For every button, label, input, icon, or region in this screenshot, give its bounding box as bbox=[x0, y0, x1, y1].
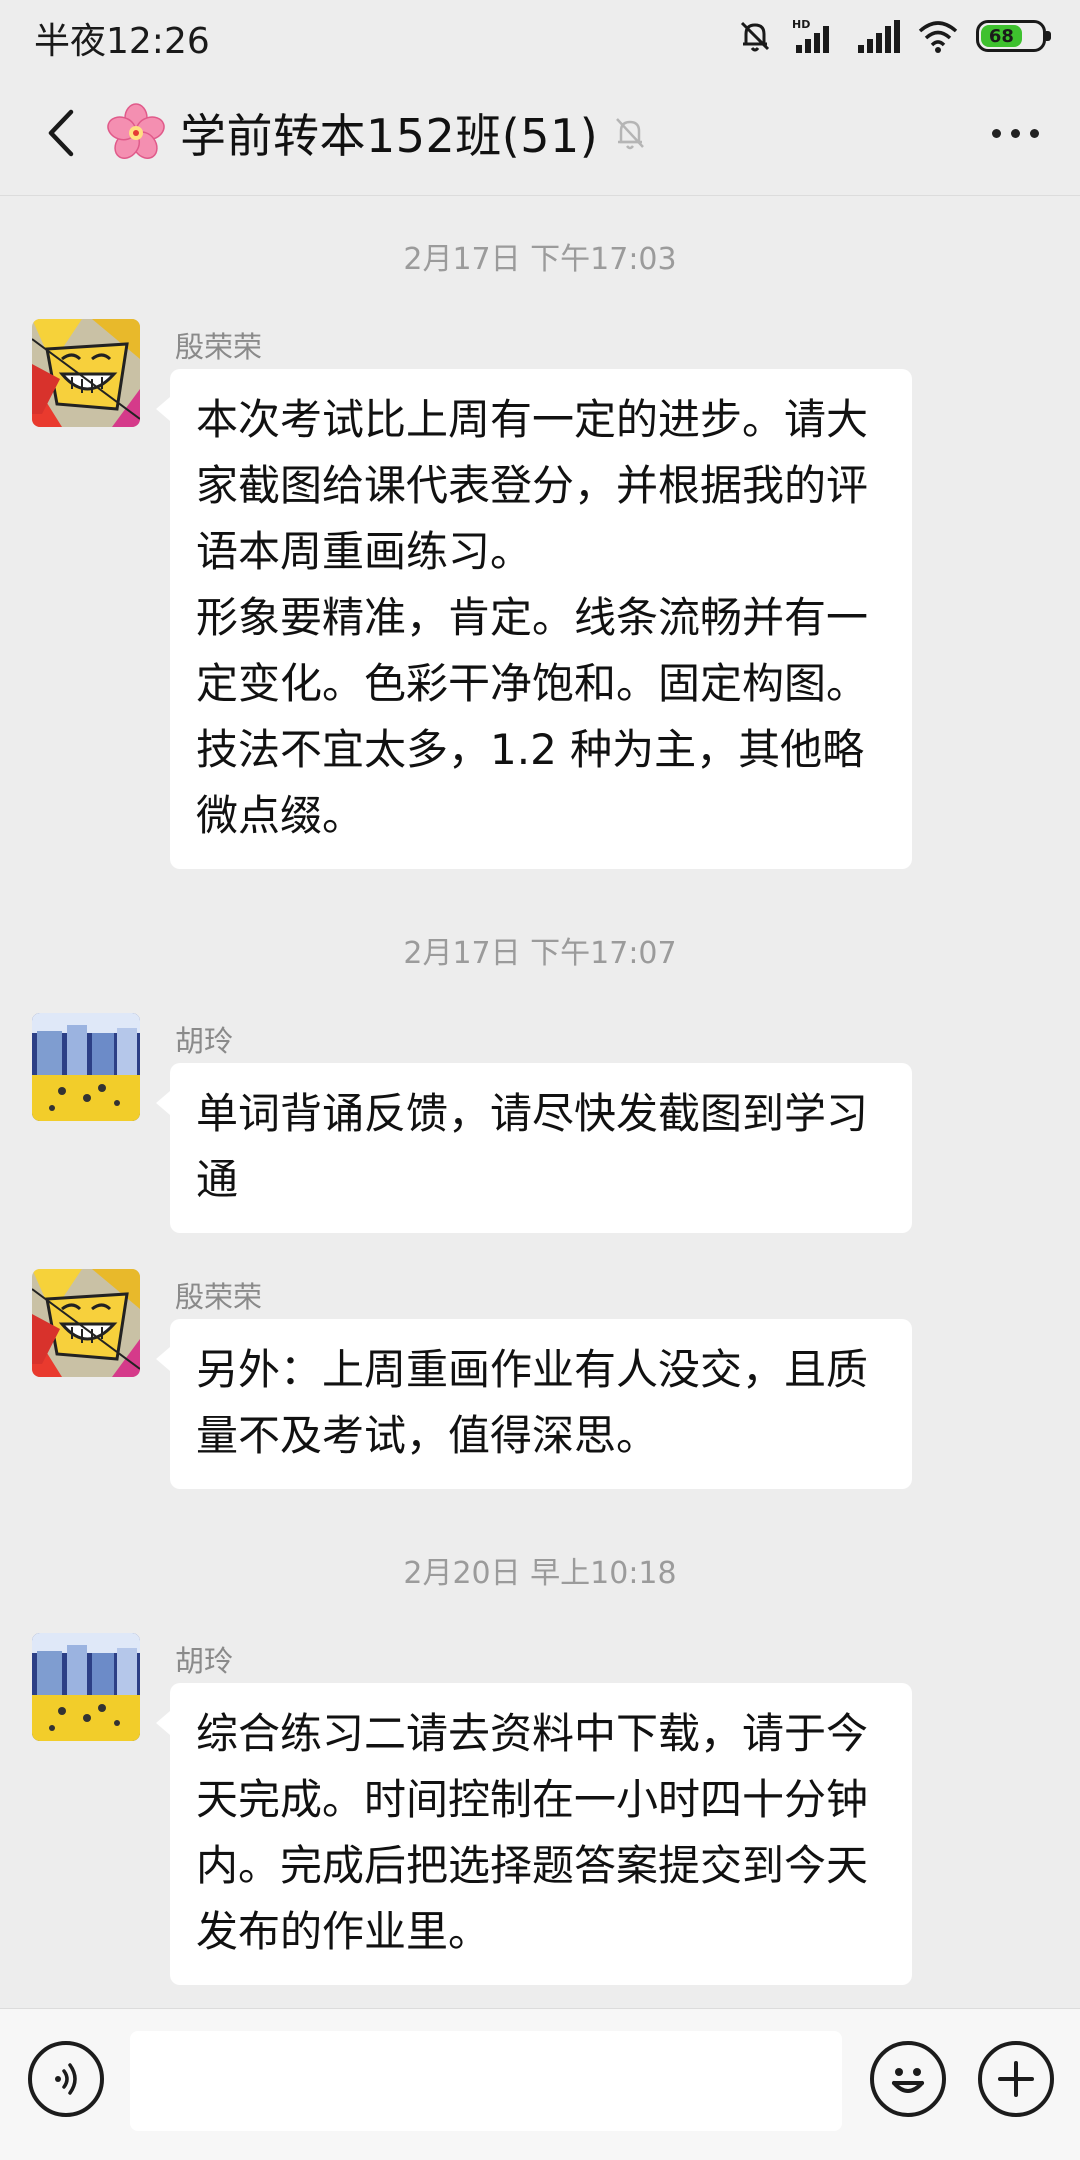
sender-name: 殷荣荣 bbox=[175, 330, 263, 364]
voice-button[interactable] bbox=[28, 2041, 104, 2117]
status-time: 半夜12:26 bbox=[34, 21, 210, 62]
city-painting-avatar[interactable] bbox=[32, 1013, 140, 1121]
status-bar: 半夜12:26 HD 68 bbox=[0, 0, 1080, 70]
wifi-icon bbox=[918, 21, 958, 53]
hd-signal-icon: HD bbox=[792, 18, 829, 53]
emoji-icon bbox=[892, 2068, 924, 2093]
cherry-blossom-icon bbox=[107, 103, 165, 159]
city-painting-avatar[interactable] bbox=[32, 1633, 140, 1741]
chevron-left-icon bbox=[48, 109, 74, 157]
sender-name: 殷荣荣 bbox=[175, 1280, 263, 1314]
battery-level: 68 bbox=[981, 25, 1022, 47]
status-icons: HD 68 bbox=[736, 14, 1051, 58]
message-list[interactable]: 2月17日 下午17:03 殷荣荣 本次考试比上周有一定的进步。请大家截图给课代… bbox=[0, 197, 1080, 2007]
input-bar bbox=[0, 2008, 1080, 2160]
back-button[interactable] bbox=[30, 100, 90, 166]
plus-icon bbox=[998, 2061, 1034, 2097]
battery-icon: 68 bbox=[976, 20, 1051, 52]
message-bubble[interactable]: 本次考试比上周有一定的进步。请大家截图给课代表登分，并根据我的评语本周重画练习。… bbox=[156, 369, 912, 869]
chat-header: 学前转本152班(51) bbox=[0, 70, 1080, 196]
voice-icon bbox=[55, 2063, 77, 2095]
message-input[interactable] bbox=[130, 2031, 842, 2131]
smiling-sun-avatar[interactable] bbox=[32, 319, 140, 427]
timestamp: 2月17日 下午17:03 bbox=[403, 242, 677, 277]
sender-name: 胡玲 bbox=[175, 1024, 234, 1058]
message-bubble[interactable]: 单词背诵反馈，请尽快发截图到学习通 bbox=[156, 1063, 912, 1233]
chat-title-area[interactable]: 学前转本152班(51) bbox=[106, 98, 648, 168]
chat-title: 学前转本152班(51) bbox=[180, 109, 599, 163]
signal-icon bbox=[858, 20, 900, 53]
svg-text:HD: HD bbox=[792, 18, 810, 31]
emoji-button[interactable] bbox=[870, 2041, 946, 2117]
smiling-sun-avatar[interactable] bbox=[32, 1269, 140, 1377]
timestamp: 2月17日 下午17:07 bbox=[403, 936, 677, 971]
message-bubble[interactable]: 综合练习二请去资料中下载，请于今天完成。时间控制在一小时四十分钟内。完成后把选择… bbox=[156, 1683, 912, 1985]
muted-bell-icon bbox=[616, 118, 645, 150]
sender-name: 胡玲 bbox=[175, 1644, 234, 1678]
plus-button[interactable] bbox=[978, 2041, 1054, 2117]
timestamp: 2月20日 早上10:18 bbox=[403, 1556, 677, 1591]
mute-bell-icon bbox=[740, 21, 770, 52]
message-bubble[interactable]: 另外：上周重画作业有人没交，且质量不及考试，值得深思。 bbox=[156, 1319, 912, 1489]
more-dots-icon[interactable] bbox=[980, 108, 1050, 158]
